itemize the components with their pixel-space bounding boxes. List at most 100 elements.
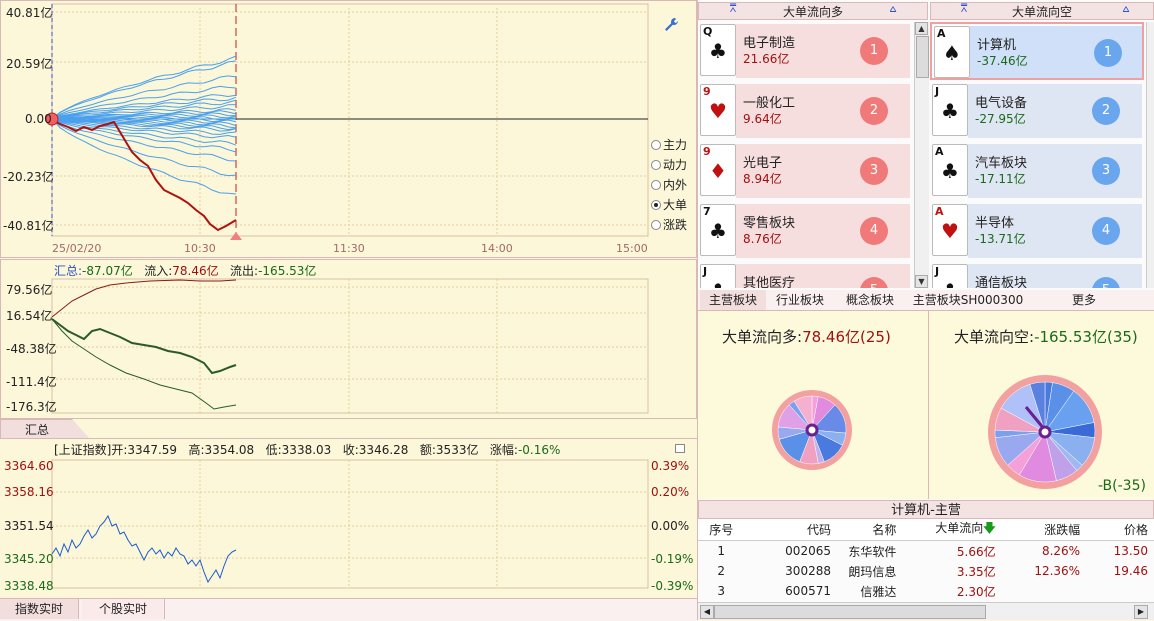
sector-list-item[interactable]: J ♣ 电气设备 -27.95亿 2	[930, 82, 1144, 140]
scroll-down-icon[interactable]: ▼	[915, 275, 928, 288]
sector-name: 汽车板块	[975, 156, 1028, 171]
tab-industry-sector[interactable]: 行业板块	[766, 290, 834, 310]
sector-flow-value: 8.94亿	[743, 172, 782, 186]
cell-no: 3	[717, 584, 726, 598]
y-label: 3351.54	[4, 519, 54, 533]
rank-badge: 3	[860, 157, 888, 185]
playing-card-icon: J♣	[932, 84, 968, 136]
col-flow[interactable]: 大单流向🡇	[896, 519, 995, 541]
sector-flow-value: 9.64亿	[743, 112, 782, 126]
arrow-down-icon: 🡇	[983, 521, 996, 535]
sector-flow-value: -17.11亿	[975, 172, 1026, 186]
tab-main-sector-sh000300[interactable]: 主营板块SH000300	[906, 290, 1030, 310]
collapse-down-icon[interactable]: ⩟	[886, 2, 900, 15]
option-large-order[interactable]: 大单	[651, 196, 687, 213]
y-label: 3338.48	[4, 579, 54, 593]
wrench-icon[interactable]	[662, 16, 682, 36]
col-change[interactable]: 涨跌幅	[996, 519, 1080, 541]
y-label: 40.81亿	[6, 6, 53, 20]
playing-card-icon: A ♥	[932, 204, 968, 256]
expand-icon[interactable]	[675, 444, 685, 453]
tab-more[interactable]: 更多	[1062, 290, 1106, 310]
col-no[interactable]: 序号	[698, 519, 744, 541]
table-row[interactable]: 1 002065 东华软件 5.66亿 8.26% 13.50	[698, 541, 1154, 562]
y-label: 16.54亿	[6, 309, 53, 323]
y-label: 20.59亿	[6, 57, 53, 71]
cell-price: 19.46	[1113, 564, 1148, 578]
x-label: 10:30	[184, 242, 216, 255]
stock-table: 序号 代码 名称 大单流向🡇 涨跌幅 价格 1 002065 东华软件 5.66亿 8.…	[698, 519, 1154, 601]
short-pie-title: 大单流向空:-165.53亿(35)	[954, 328, 1138, 346]
col-code[interactable]: 代码	[744, 519, 831, 541]
y-label: 3345.20	[4, 552, 54, 566]
y-label: -111.4亿	[6, 375, 57, 389]
collapse-up-icon[interactable]: ⩞	[957, 2, 971, 15]
x-label: 11:30	[333, 242, 365, 255]
sector-name: 计算机	[977, 38, 1017, 53]
table-row[interactable]: 2 300288 朗玛信息 3.35亿 12.36% 19.46	[698, 561, 1154, 581]
option-momentum[interactable]: 动力	[651, 156, 687, 173]
radio-icon	[651, 179, 661, 190]
scroll-right-icon[interactable]: ▶	[1134, 605, 1148, 619]
outflow-scrollbar[interactable]	[1146, 22, 1154, 288]
sector-list-item[interactable]: 7 ♣ 零售板块 8.76亿 4	[698, 202, 912, 260]
tab-summary[interactable]: 汇总	[0, 419, 90, 439]
table-h-scrollbar[interactable]: ◀ ▶	[698, 602, 1154, 620]
pct-label: 0.00%	[651, 519, 690, 533]
cell-no: 1	[717, 544, 726, 558]
table-row[interactable]: 3 600571 信雅达 2.30亿	[698, 581, 1154, 601]
rank-badge: 2	[1092, 97, 1120, 125]
radio-icon	[651, 219, 661, 230]
long-pie-title: 大单流向多:78.46亿(25)	[722, 328, 891, 346]
y-label: 79.56亿	[6, 283, 53, 297]
scroll-up-icon[interactable]: ▲	[915, 22, 928, 35]
sector-name: 电子制造	[743, 36, 796, 51]
x-label: 25/02/20	[52, 242, 102, 255]
index-intraday-plot	[51, 459, 649, 589]
col-name[interactable]: 名称	[831, 519, 896, 541]
cell-flow: 3.35亿	[956, 564, 996, 579]
y-label: -176.3亿	[6, 400, 57, 414]
scroll-left-icon[interactable]: ◀	[700, 605, 714, 619]
collapse-down-icon[interactable]: ⩟	[1119, 2, 1133, 15]
option-main-force[interactable]: 主力	[651, 136, 687, 153]
sector-list-item[interactable]: A ♣ 汽车板块 -17.11亿 3	[930, 142, 1144, 200]
sector-list-item[interactable]: 9 ♥ 一般化工 9.64亿 2	[698, 82, 912, 140]
divider	[0, 438, 697, 439]
cell-flow: 2.30亿	[956, 584, 996, 599]
cell-chg	[996, 581, 1080, 601]
cell-name: 信雅达	[860, 584, 897, 599]
rank-badge: 2	[860, 97, 888, 125]
tab-main-sector[interactable]: 主营板块	[700, 290, 766, 310]
option-inner-outer[interactable]: 内外	[651, 176, 687, 193]
col-price[interactable]: 价格	[1080, 519, 1154, 541]
sector-list-item[interactable]: A ♠ 计算机 -37.46亿 1	[930, 22, 1144, 80]
sector-list-item[interactable]: 9 ♦ 光电子 8.94亿 3	[698, 142, 912, 200]
stock-table-title: 计算机-主营	[698, 500, 1154, 519]
x-label: 14:00	[481, 242, 513, 255]
scroll-thumb[interactable]	[916, 36, 929, 78]
sector-list-item[interactable]: Q ♣ 电子制造 21.66亿 1	[698, 22, 912, 80]
sector-name: 半导体	[975, 216, 1015, 231]
max-outflow-line	[51, 119, 237, 232]
sector-name: 其他医疗	[743, 276, 796, 288]
tab-concept-sector[interactable]: 概念板块	[836, 290, 904, 310]
sector-list-item[interactable]: J♣ 通信板块 5	[930, 262, 1144, 288]
cell-chg: 12.36%	[1034, 564, 1081, 578]
rank-badge: 4	[1092, 217, 1120, 245]
playing-card-icon: Q ♣	[700, 24, 736, 76]
y-label: -40.81亿	[3, 219, 54, 233]
pct-label: 0.20%	[651, 485, 690, 499]
tab-stock-realtime[interactable]: 个股实时	[82, 599, 165, 619]
tab-index-realtime[interactable]: 指数实时	[0, 599, 79, 619]
scroll-thumb[interactable]	[714, 605, 986, 619]
y-label: 3364.60	[4, 459, 54, 473]
sector-list-item[interactable]: A ♥ 半导体 -13.71亿 4	[930, 202, 1144, 260]
playing-card-icon: A ♠	[934, 26, 970, 78]
sector-list-item[interactable]: J♣ 其他医疗 5	[698, 262, 912, 288]
collapse-up-icon[interactable]: ⩞	[726, 2, 740, 15]
option-change[interactable]: 涨跌	[651, 216, 687, 233]
radio-icon	[651, 139, 661, 150]
sector-name: 电气设备	[975, 96, 1028, 111]
inflow-scrollbar[interactable]: ▲ ▼	[914, 22, 929, 288]
